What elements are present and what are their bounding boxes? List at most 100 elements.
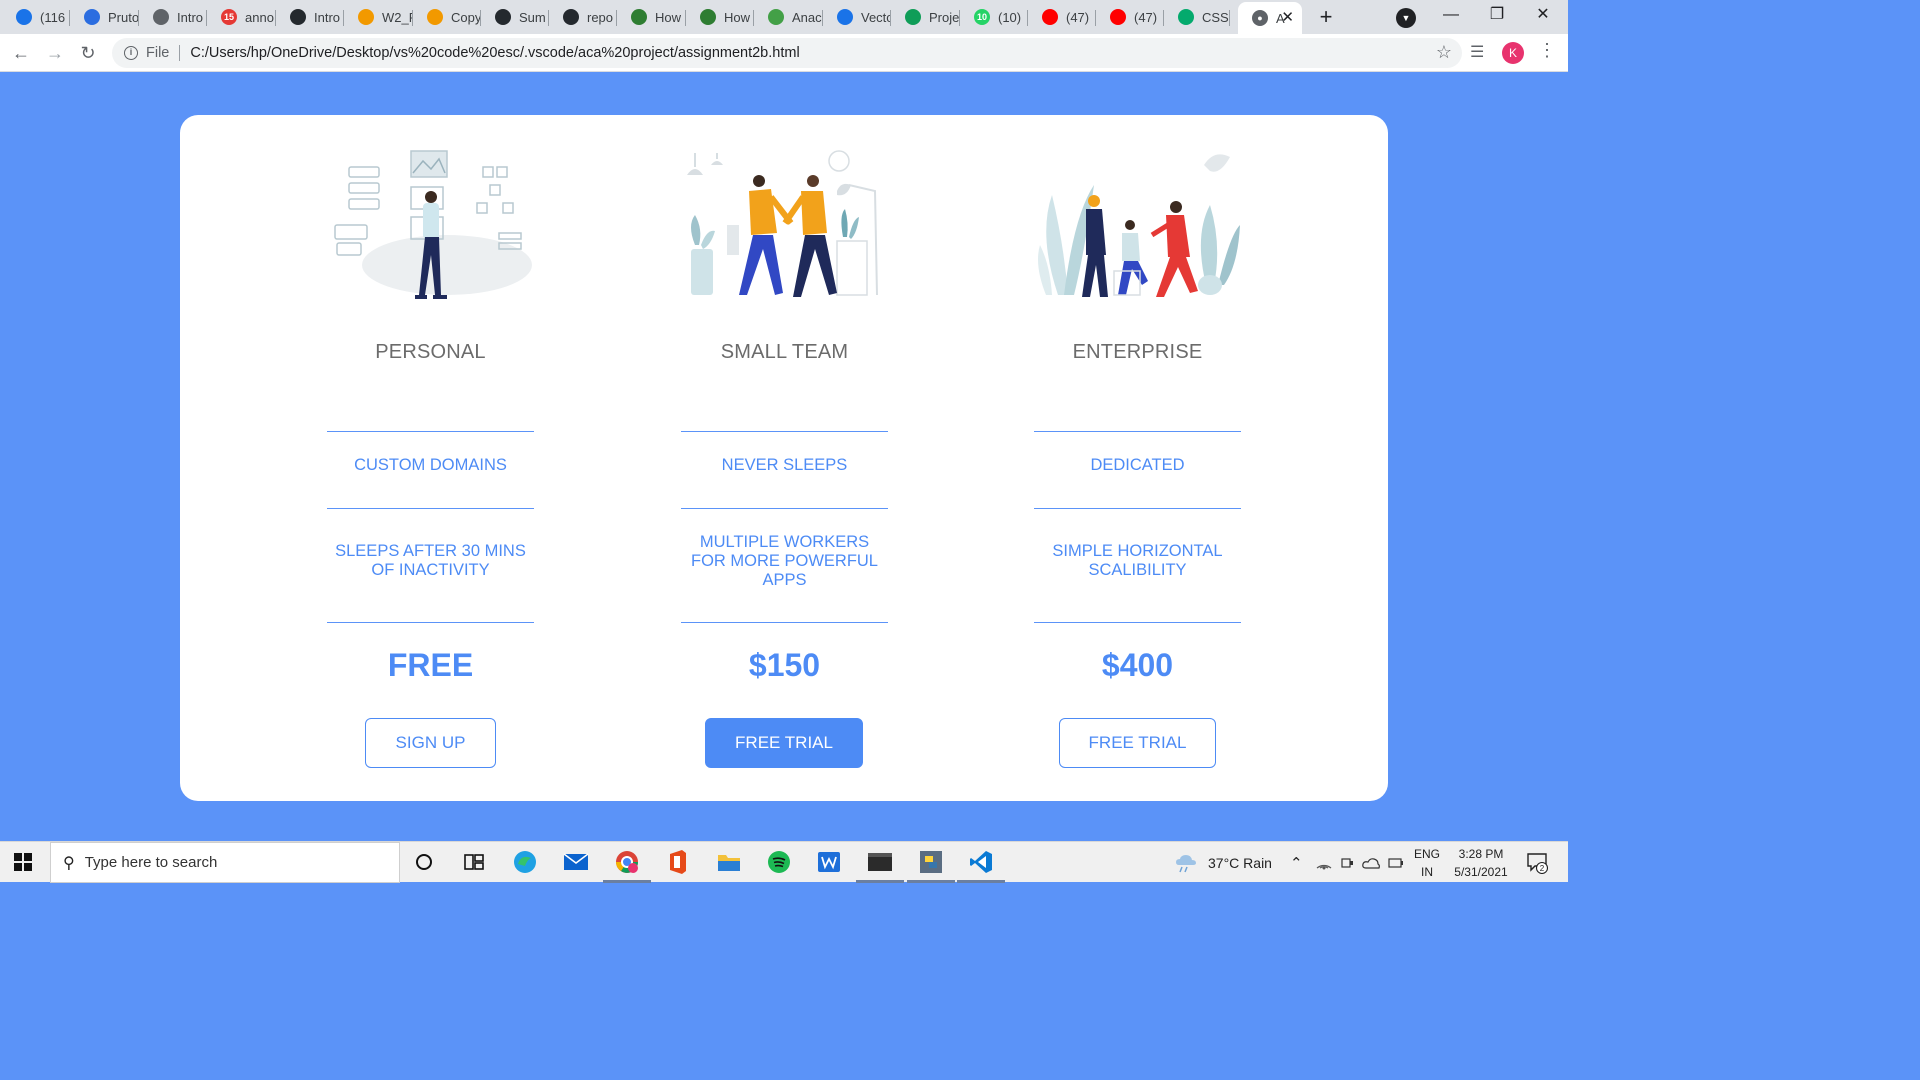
new-tab-button[interactable]: +	[1312, 4, 1340, 32]
office-icon[interactable]	[664, 848, 692, 876]
browser-tab[interactable]: Intro	[276, 2, 344, 32]
address-bar[interactable]: i File C:/Users/hp/OneDrive/Desktop/vs%2…	[112, 38, 1462, 68]
file-explorer-icon[interactable]	[715, 848, 743, 876]
c-icon	[837, 9, 853, 25]
feature-2: SIMPLE HORIZONTAL SCALIBILITY	[1052, 542, 1223, 579]
tab-label: repo	[587, 9, 614, 25]
minimize-button[interactable]: —	[1428, 0, 1474, 32]
divider	[681, 431, 888, 432]
tab-label: How	[724, 9, 751, 25]
drive-icon	[16, 9, 32, 25]
tab-label: W2_F	[382, 9, 413, 25]
close-window-button[interactable]: ✕	[1520, 0, 1566, 32]
browser-tab[interactable]: W2_F	[344, 2, 413, 32]
feature-1: NEVER SLEEPS	[721, 456, 848, 474]
divider	[1034, 622, 1241, 623]
plan-name: PERSONAL	[375, 341, 486, 363]
browser-tab[interactable]: How	[686, 2, 754, 32]
tab-label: Intro	[314, 9, 341, 25]
python-icon[interactable]	[917, 848, 945, 876]
browser-tab[interactable]: (116	[2, 2, 70, 32]
colab-icon	[358, 9, 374, 25]
search-icon: ⚲	[63, 854, 75, 872]
notification-count: 2	[1540, 864, 1545, 873]
sign-up-button[interactable]: SIGN UP	[365, 718, 496, 768]
running-app-indicator	[907, 880, 955, 883]
wifi-icon[interactable]	[1316, 842, 1332, 883]
tab-label: (10)	[998, 9, 1022, 25]
divider	[681, 508, 888, 509]
tab-search-icon[interactable]: ▼	[1396, 8, 1416, 28]
media-control-icon[interactable]: ☰	[1470, 42, 1484, 62]
colab-icon	[427, 9, 443, 25]
plan-price: $400	[1101, 647, 1174, 683]
free-trial-button[interactable]: FREE TRIAL	[705, 718, 863, 768]
info-icon[interactable]: i	[124, 46, 138, 60]
browser-tab[interactable]: Copy	[413, 2, 481, 32]
task-view-icon[interactable]	[460, 848, 488, 876]
geeks-icon	[700, 9, 716, 25]
whiteboard-icon[interactable]	[815, 848, 843, 876]
browser-tab[interactable]: 15 anno	[207, 2, 276, 32]
tab-label: Proje	[929, 9, 960, 25]
browser-tab[interactable]: Anac	[754, 2, 823, 32]
browser-tab[interactable]: Pruto	[70, 2, 139, 32]
divider	[327, 622, 534, 623]
forward-button[interactable]: →	[42, 40, 68, 66]
browser-tab[interactable]: Proje	[891, 2, 960, 32]
bookmark-star-icon[interactable]: ☆	[1436, 42, 1452, 63]
browser-tab[interactable]: CSS	[1164, 2, 1230, 32]
feature-2: SLEEPS AFTER 30 MINS OF INACTIVITY	[335, 542, 526, 579]
browser-tab[interactable]: Sum	[481, 2, 549, 32]
feature-1: CUSTOM DOMAINS	[354, 456, 507, 474]
enterprise-illustration	[1038, 154, 1240, 297]
tab-label: How	[655, 9, 682, 25]
terminal-icon[interactable]	[866, 848, 894, 876]
github-icon	[290, 9, 306, 25]
browser-tab[interactable]: (47)	[1096, 2, 1164, 32]
reload-button[interactable]: ↻	[75, 40, 101, 66]
edge-icon[interactable]	[511, 848, 539, 876]
code-icon	[84, 9, 100, 25]
back-button[interactable]: ←	[8, 40, 34, 66]
language-code: ENG	[1413, 847, 1440, 861]
youtube-icon	[1110, 9, 1126, 25]
meet-now-icon[interactable]	[1340, 842, 1354, 883]
language-indicator[interactable]: ENG IN	[1412, 845, 1442, 881]
onedrive-icon[interactable]	[1362, 842, 1380, 883]
tab-label: Pruto	[108, 9, 139, 25]
browser-tab[interactable]: How	[617, 2, 686, 32]
url-text[interactable]: C:/Users/hp/OneDrive/Desktop/vs%20code%2…	[190, 45, 799, 61]
system-clock[interactable]: 3:28 PM 5/31/2021	[1446, 845, 1516, 881]
taskbar-search[interactable]: ⚲ Type here to search	[50, 842, 400, 883]
plan-enterprise: ENTERPRISE DEDICATED SIMPLE HORIZONTAL S…	[1034, 115, 1241, 801]
small-team-illustration	[687, 150, 878, 297]
notification-center-icon[interactable]: 2	[1526, 852, 1549, 875]
battery-icon[interactable]	[1388, 842, 1404, 883]
globe-icon	[153, 9, 169, 25]
tab-active[interactable]: ● A ✕	[1238, 2, 1302, 34]
free-trial-button[interactable]: FREE TRIAL	[1059, 718, 1216, 768]
chrome-icon[interactable]	[613, 848, 641, 876]
plan-personal: PERSONAL CUSTOM DOMAINS SLEEPS AFTER 30 …	[327, 115, 534, 801]
plan-small-team: SMALL TEAM NEVER SLEEPS MULTIPLE WORKERS…	[681, 115, 888, 801]
spotify-icon[interactable]	[765, 848, 793, 876]
close-tab-icon[interactable]: ✕	[1281, 8, 1294, 26]
chevron-up-icon[interactable]: ⌃	[1290, 842, 1303, 883]
profile-avatar[interactable]: K	[1502, 42, 1524, 64]
clock-time: 3:28 PM	[1458, 847, 1504, 861]
browser-tab[interactable]: 10 (10)	[960, 2, 1028, 32]
browser-tab[interactable]: Vecto	[823, 2, 891, 32]
notification-icon: 15	[221, 9, 237, 25]
clock-date: 5/31/2021	[1454, 865, 1508, 879]
windows-start-icon[interactable]	[14, 853, 32, 871]
menu-kebab-icon[interactable]: ⋮	[1538, 40, 1556, 61]
weather-widget[interactable]: 37°C Rain	[1174, 842, 1272, 883]
browser-tab[interactable]: (47)	[1028, 2, 1096, 32]
browser-tab[interactable]: repo	[549, 2, 617, 32]
restore-button[interactable]: ❐	[1474, 0, 1520, 32]
cortana-icon[interactable]	[410, 848, 438, 876]
browser-tab[interactable]: Intro	[139, 2, 207, 32]
vscode-icon[interactable]	[967, 848, 995, 876]
mail-icon[interactable]	[562, 848, 590, 876]
